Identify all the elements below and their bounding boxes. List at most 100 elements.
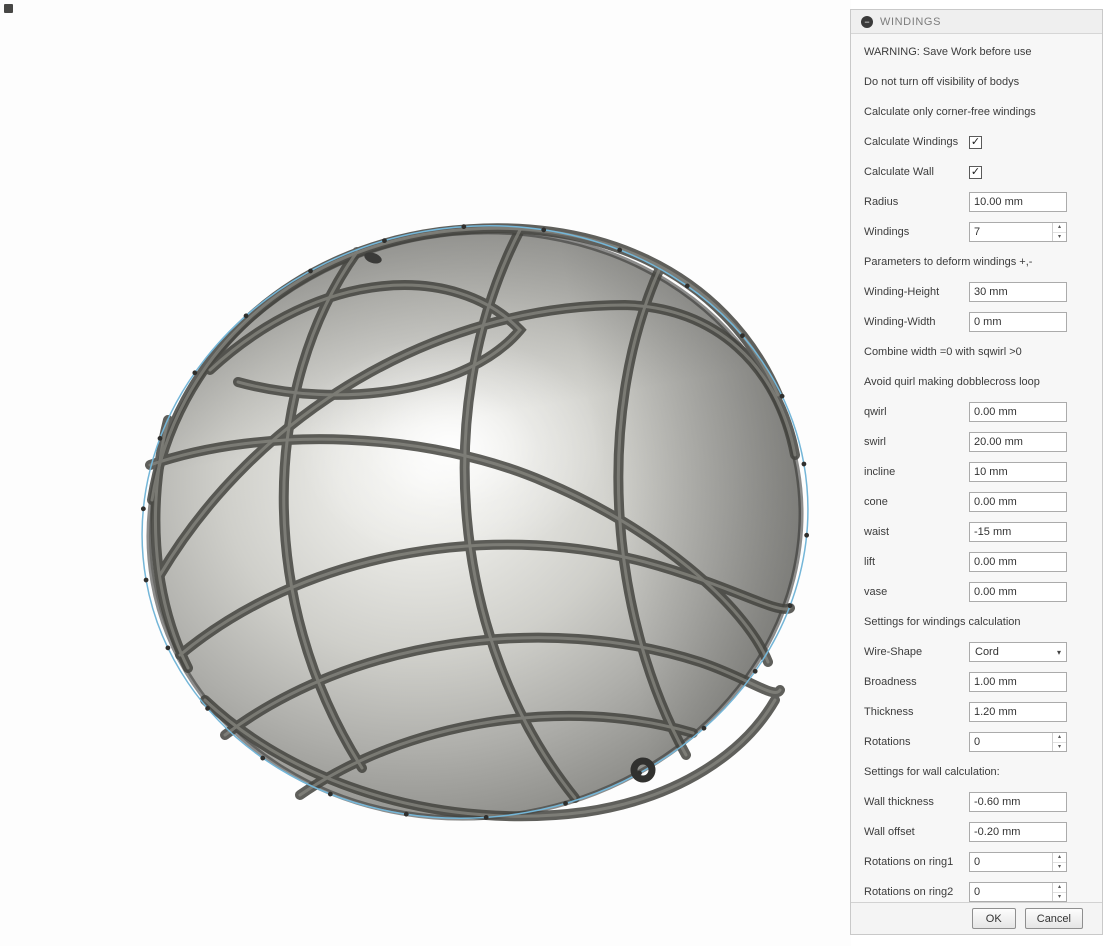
sketch-point xyxy=(804,532,810,538)
rotations-fieldwrap: ▴▾ xyxy=(969,732,1067,752)
incline-input[interactable] xyxy=(970,463,1066,481)
winding-height-input[interactable] xyxy=(970,283,1066,301)
row-rotations-on-ring2: Rotations on ring2 ▴▾ xyxy=(851,877,1102,902)
cone-input[interactable] xyxy=(970,493,1066,511)
field-label: Winding-Width xyxy=(864,316,936,328)
calculate-windings-checkbox[interactable]: ✓ xyxy=(969,135,982,149)
vase-fieldwrap xyxy=(969,582,1067,602)
collapse-icon[interactable]: − xyxy=(861,15,873,28)
rotations-on-ring1-fieldwrap: ▴▾ xyxy=(969,852,1067,872)
cancel-button[interactable]: Cancel xyxy=(1024,908,1083,929)
dialog-header: − WINDINGS xyxy=(851,10,1102,34)
row-winding-height: Winding-Height xyxy=(851,277,1102,307)
cone-fieldwrap xyxy=(969,492,1067,512)
chevron-down-icon: ▾ xyxy=(1056,647,1061,657)
vase-input[interactable] xyxy=(970,583,1066,601)
row-wire-shape: Wire-Shape Cord ▾ xyxy=(851,637,1102,667)
sketch-point xyxy=(143,577,149,583)
wire-shape-select[interactable]: Cord ▾ xyxy=(969,642,1067,662)
winding-width-input[interactable] xyxy=(970,313,1066,331)
field-label: vase xyxy=(864,586,888,598)
wall-offset-input[interactable] xyxy=(970,823,1066,841)
row-warning-save-work-before-use: WARNING: Save Work before use xyxy=(851,37,1102,67)
rotations-input[interactable] xyxy=(970,733,1052,751)
qwirl-fieldwrap xyxy=(969,402,1067,422)
dialog-rows: WARNING: Save Work before use Do not turn… xyxy=(851,34,1102,902)
app-corner-mark xyxy=(4,4,13,13)
field-label: Rotations xyxy=(864,736,911,748)
field-label: Wire-Shape xyxy=(864,646,923,658)
row-wall-thickness: Wall thickness xyxy=(851,787,1102,817)
lift-fieldwrap xyxy=(969,552,1067,572)
rotations-on-ring1-spinner: ▴ ▾ xyxy=(1052,853,1066,871)
dialog-footer: OK Cancel xyxy=(851,902,1102,934)
rotations-on-ring2-spin-up[interactable]: ▴ xyxy=(1053,883,1066,893)
field-label: Rotations on ring2 xyxy=(864,886,954,898)
swirl-fieldwrap xyxy=(969,432,1067,452)
ok-button[interactable]: OK xyxy=(971,908,1016,929)
thickness-input[interactable] xyxy=(970,703,1066,721)
rotations-on-ring1-spin-down[interactable]: ▾ xyxy=(1053,863,1066,872)
note-text: WARNING: Save Work before use xyxy=(864,46,1032,58)
winding-width-fieldwrap xyxy=(969,312,1067,332)
field-label: swirl xyxy=(864,436,886,448)
row-combine-width-0-with-sqwirl-0: Combine width =0 with sqwirl >0 xyxy=(851,337,1102,367)
note-text: Parameters to deform windings +,- xyxy=(864,256,1033,268)
model-body xyxy=(146,229,804,821)
rotations-spinner: ▴ ▾ xyxy=(1052,733,1066,751)
sketch-point xyxy=(801,461,807,467)
note-text: Do not turn off visibility of bodys xyxy=(864,76,1020,88)
rotations-on-ring1-spin-up[interactable]: ▴ xyxy=(1053,853,1066,863)
row-calculate-windings: Calculate Windings ✓ xyxy=(851,127,1102,157)
lift-input[interactable] xyxy=(970,553,1066,571)
field-label: lift xyxy=(864,556,875,568)
radius-fieldwrap xyxy=(969,192,1067,212)
field-label: Radius xyxy=(864,196,899,208)
rotations-spin-down[interactable]: ▾ xyxy=(1053,743,1066,752)
radius-input[interactable] xyxy=(970,193,1066,211)
row-rotations-on-ring1: Rotations on ring1 ▴▾ xyxy=(851,847,1102,877)
field-label: Broadness xyxy=(864,676,917,688)
note-text: Calculate only corner-free windings xyxy=(864,106,1036,118)
thickness-fieldwrap xyxy=(969,702,1067,722)
swirl-input[interactable] xyxy=(970,433,1066,451)
viewport-3d[interactable] xyxy=(0,0,851,946)
incline-fieldwrap xyxy=(969,462,1067,482)
windings-input[interactable] xyxy=(970,223,1052,241)
rotations-on-ring2-spin-down[interactable]: ▾ xyxy=(1053,893,1066,902)
row-wall-offset: Wall offset xyxy=(851,817,1102,847)
windings-spinner: ▴ ▾ xyxy=(1052,223,1066,241)
windings-spin-up[interactable]: ▴ xyxy=(1053,223,1066,233)
qwirl-input[interactable] xyxy=(970,403,1066,421)
rotations-on-ring1-input[interactable] xyxy=(970,853,1052,871)
row-thickness: Thickness xyxy=(851,697,1102,727)
row-radius: Radius xyxy=(851,187,1102,217)
rotations-on-ring2-spinner: ▴ ▾ xyxy=(1052,883,1066,901)
dialog-title: WINDINGS xyxy=(880,15,942,28)
field-label: Rotations on ring1 xyxy=(864,856,954,868)
field-label: incline xyxy=(864,466,896,478)
row-waist: waist xyxy=(851,517,1102,547)
field-label: Thickness xyxy=(864,706,914,718)
field-label: waist xyxy=(864,526,890,538)
note-text: Avoid quirl making dobblecross loop xyxy=(864,376,1040,388)
windings-fieldwrap: ▴▾ xyxy=(969,222,1067,242)
rotations-on-ring2-fieldwrap: ▴▾ xyxy=(969,882,1067,902)
rotations-spin-up[interactable]: ▴ xyxy=(1053,733,1066,743)
wire-shape-select-value: Cord xyxy=(975,646,999,658)
row-settings-for-windings-calculation: Settings for windings calculation xyxy=(851,607,1102,637)
wall-thickness-input[interactable] xyxy=(970,793,1066,811)
broadness-fieldwrap xyxy=(969,672,1067,692)
field-label: Winding-Height xyxy=(864,286,940,298)
sketch-point xyxy=(140,506,146,512)
calculate-wall-checkbox[interactable]: ✓ xyxy=(969,165,982,179)
windings-spin-down[interactable]: ▾ xyxy=(1053,233,1066,242)
broadness-input[interactable] xyxy=(970,673,1066,691)
row-avoid-quirl-making-dobblecross-loop: Avoid quirl making dobblecross loop xyxy=(851,367,1102,397)
note-text: Settings for windings calculation xyxy=(864,616,1021,628)
windings-dialog: − WINDINGS WARNING: Save Work before use… xyxy=(850,9,1103,935)
row-broadness: Broadness xyxy=(851,667,1102,697)
waist-input[interactable] xyxy=(970,523,1066,541)
row-vase: vase xyxy=(851,577,1102,607)
rotations-on-ring2-input[interactable] xyxy=(970,883,1052,901)
